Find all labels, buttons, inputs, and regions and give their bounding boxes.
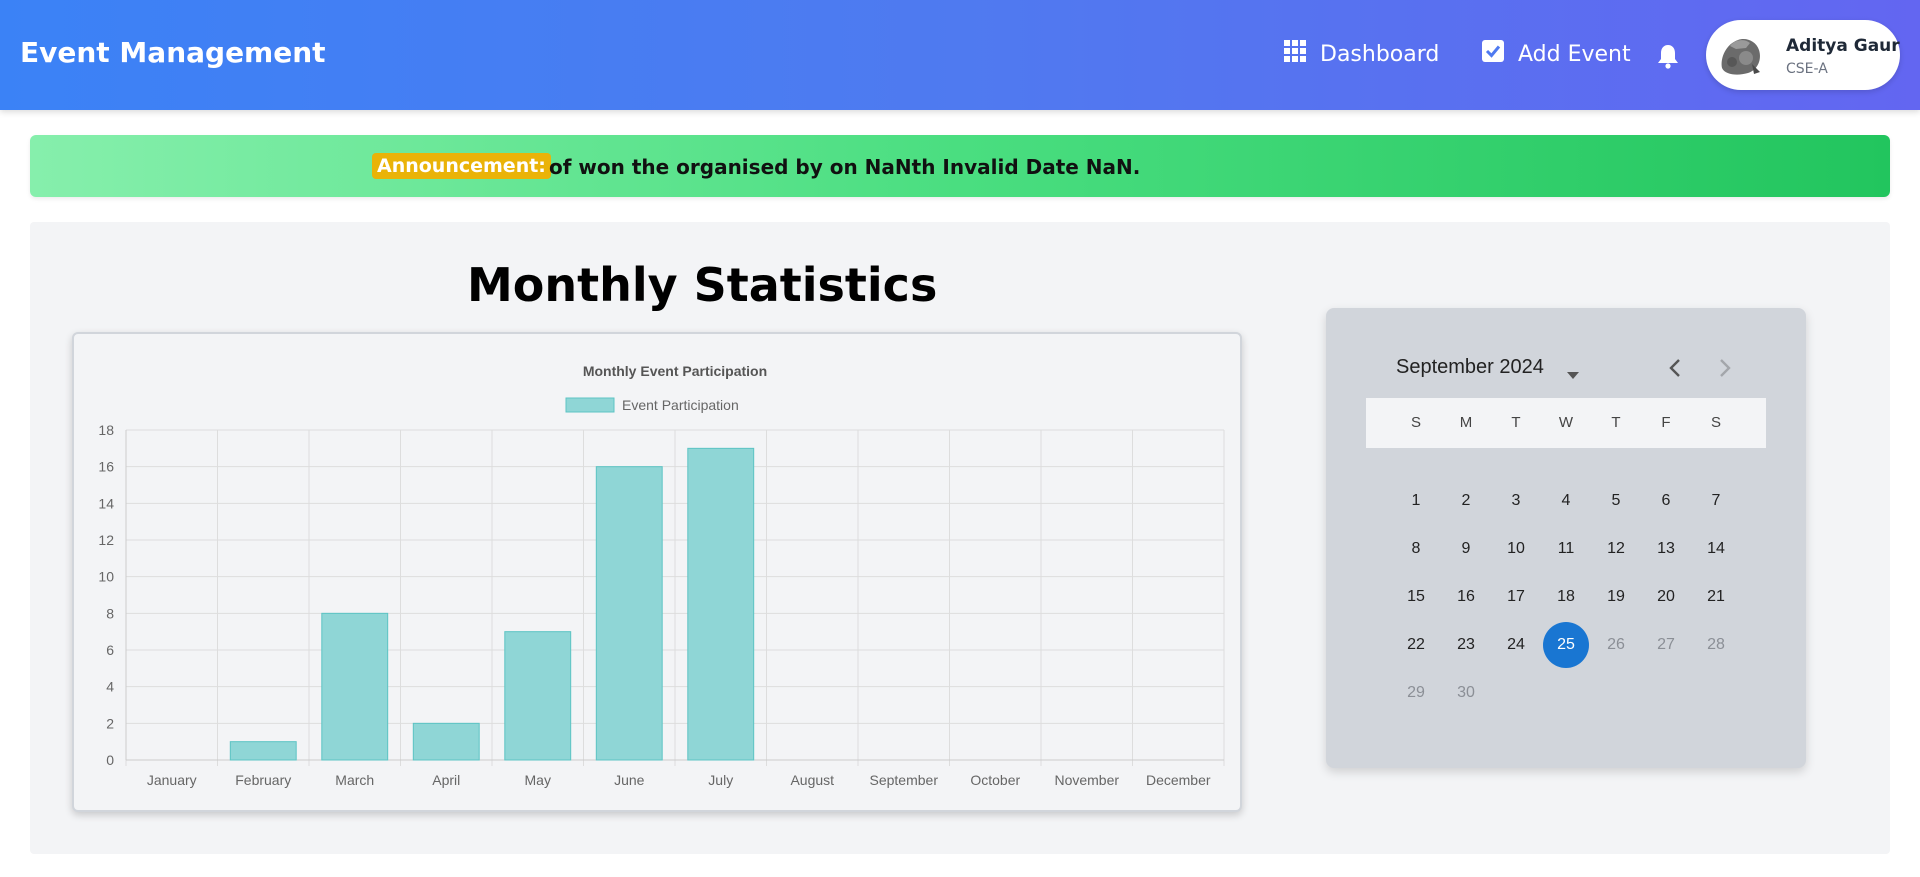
calendar-day: 30: [1457, 684, 1475, 701]
x-tick-label: July: [708, 772, 733, 788]
weekday-label: M: [1459, 414, 1473, 431]
legend-swatch: [565, 397, 615, 413]
calendar-day[interactable]: 12: [1593, 526, 1639, 572]
x-tick-label: October: [970, 772, 1020, 788]
calendar-day[interactable]: 25: [1543, 622, 1589, 668]
x-tick-label: November: [1054, 772, 1119, 788]
calendar-day[interactable]: 8: [1393, 526, 1439, 572]
user-name: Aditya Gaur: [1786, 36, 1900, 56]
x-tick-label: May: [525, 772, 551, 788]
weekday-label: F: [1661, 414, 1671, 431]
calendar-day[interactable]: 16: [1443, 574, 1489, 620]
calendar-day[interactable]: 10: [1493, 526, 1539, 572]
calendar-day[interactable]: 4: [1543, 478, 1589, 524]
avatar: [1716, 32, 1764, 78]
calendar-day[interactable]: 3: [1493, 478, 1539, 524]
bar: [412, 722, 480, 761]
announcement-banner: Announcement: of won the organised by on…: [30, 135, 1890, 197]
legend-label: Event Participation: [622, 397, 739, 413]
y-tick-label: 12: [98, 532, 114, 548]
weekday-label: T: [1611, 414, 1621, 431]
x-tick-label: June: [614, 772, 645, 788]
y-tick-label: 8: [106, 605, 114, 621]
weekday-label: S: [1410, 414, 1421, 431]
weekday-label: S: [1710, 414, 1721, 431]
bar: [504, 631, 572, 761]
bell-icon[interactable]: [1657, 44, 1679, 73]
y-tick-label: 4: [106, 679, 114, 695]
bar: [687, 447, 755, 761]
grid-icon: [1284, 40, 1306, 68]
calendar-day[interactable]: 6: [1643, 478, 1689, 524]
calendar-day: 27: [1657, 636, 1675, 653]
chevron-right-icon: [1718, 358, 1732, 382]
y-tick-label: 18: [98, 422, 114, 438]
x-tick-label: February: [235, 772, 291, 788]
x-tick-label: December: [1146, 772, 1211, 788]
calendar-day[interactable]: 24: [1493, 622, 1539, 668]
weekday-label: T: [1511, 414, 1521, 431]
calendar-day: 29: [1407, 684, 1425, 701]
calendar-day[interactable]: 22: [1393, 622, 1439, 668]
announcement-text: of won the organised by on NaNth Invalid…: [549, 155, 1141, 179]
x-tick-label: September: [870, 772, 939, 788]
y-tick-label: 0: [106, 752, 114, 768]
bar: [229, 741, 297, 761]
nav-dashboard-label: Dashboard: [1320, 41, 1440, 67]
checkbox-icon: [1482, 40, 1504, 68]
calendar-day[interactable]: 9: [1443, 526, 1489, 572]
calendar-day[interactable]: 1: [1393, 478, 1439, 524]
calendar-day[interactable]: 7: [1693, 478, 1739, 524]
calendar-day: 28: [1707, 636, 1725, 653]
calendar-day[interactable]: 5: [1593, 478, 1639, 524]
x-tick-label: April: [432, 772, 460, 788]
nav-add-event-label: Add Event: [1518, 41, 1631, 67]
nav-dashboard[interactable]: Dashboard: [1284, 40, 1439, 68]
chevron-left-icon[interactable]: [1668, 358, 1682, 382]
calendar-day[interactable]: 17: [1493, 574, 1539, 620]
caret-down-icon[interactable]: [1567, 365, 1579, 384]
calendar-day[interactable]: 19: [1593, 574, 1639, 620]
x-tick-label: August: [790, 772, 834, 788]
weekday-label: W: [1558, 414, 1574, 431]
app-header: Event Management Dashboard Add Event Adi…: [0, 0, 1920, 110]
calendar-day[interactable]: 23: [1443, 622, 1489, 668]
calendar-day[interactable]: 14: [1693, 526, 1739, 572]
bar-chart: Monthly Event Participation Event Partici…: [98, 363, 1225, 788]
calendar-day[interactable]: 11: [1543, 526, 1589, 572]
bar: [321, 612, 389, 761]
y-tick-label: 16: [98, 459, 114, 475]
calendar-day[interactable]: 13: [1643, 526, 1689, 572]
brand-title[interactable]: Event Management: [20, 36, 326, 69]
calendar-weekday-header: SMTWTFS: [1366, 398, 1766, 448]
nav-add-event[interactable]: Add Event: [1482, 40, 1631, 68]
user-class: CSE-A: [1786, 61, 1828, 77]
bar: [595, 466, 663, 761]
user-profile-button[interactable]: Aditya Gaur CSE-A: [1706, 20, 1900, 90]
x-tick-label: January: [147, 772, 197, 788]
statistics-panel: Monthly Statistics Monthly Event Partici…: [30, 222, 1890, 854]
calendar-day[interactable]: 18: [1543, 574, 1589, 620]
y-tick-label: 2: [106, 715, 114, 731]
y-tick-label: 6: [106, 642, 114, 658]
chart-title: Monthly Event Participation: [583, 363, 767, 379]
y-tick-label: 10: [98, 569, 114, 585]
calendar: September 2024 SMTWTFS 1 2 3 4 5 6 7 8 9 10 11 12 13…: [1326, 308, 1806, 768]
page-title: Monthly Statistics: [467, 258, 938, 312]
calendar-day[interactable]: 15: [1393, 574, 1439, 620]
x-tick-label: March: [335, 772, 374, 788]
y-tick-label: 14: [98, 495, 114, 511]
calendar-day[interactable]: 20: [1643, 574, 1689, 620]
calendar-day[interactable]: 2: [1443, 478, 1489, 524]
calendar-day: 26: [1607, 636, 1625, 653]
calendar-month-label[interactable]: September 2024: [1396, 356, 1544, 379]
chart-card: Monthly Event Participation Event Partici…: [72, 332, 1242, 812]
announcement-badge: Announcement:: [372, 153, 551, 179]
calendar-day[interactable]: 21: [1693, 574, 1739, 620]
